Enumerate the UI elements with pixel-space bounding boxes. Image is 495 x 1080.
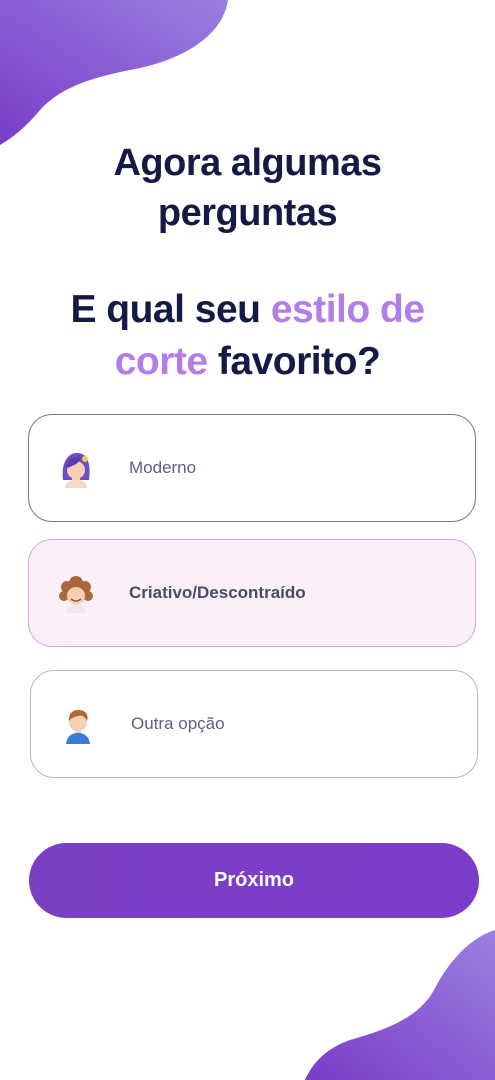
man-avatar-icon bbox=[66, 709, 90, 744]
question-text: E qual seu estilo de corte favorito? bbox=[0, 284, 495, 388]
top-blob-decoration bbox=[0, 0, 228, 145]
bottom-blob-decoration bbox=[305, 930, 495, 1080]
question-accent-2: corte bbox=[114, 340, 208, 383]
next-button[interactable]: Próximo bbox=[29, 843, 479, 918]
option-label: Criativo/Descontraído bbox=[129, 583, 306, 602]
question-part-1: E qual seu bbox=[70, 288, 271, 331]
page-title: Agora algumas perguntas bbox=[0, 138, 495, 238]
question-part-2: favorito? bbox=[207, 340, 381, 383]
option-moderno[interactable]: Moderno bbox=[28, 414, 476, 522]
question-accent-1: estilo de bbox=[270, 288, 425, 331]
woman-avatar-icon bbox=[62, 453, 90, 488]
page-title-line-2: perguntas bbox=[157, 192, 338, 234]
option-label: Moderno bbox=[129, 458, 197, 477]
option-outra-opcao[interactable]: Outra opção bbox=[30, 670, 478, 778]
page-title-line-1: Agora algumas bbox=[113, 142, 382, 184]
curly-hair-avatar-icon bbox=[59, 576, 93, 613]
option-criativo-descontraido[interactable]: Criativo/Descontraído bbox=[28, 539, 476, 647]
option-label: Outra opção bbox=[131, 714, 225, 733]
